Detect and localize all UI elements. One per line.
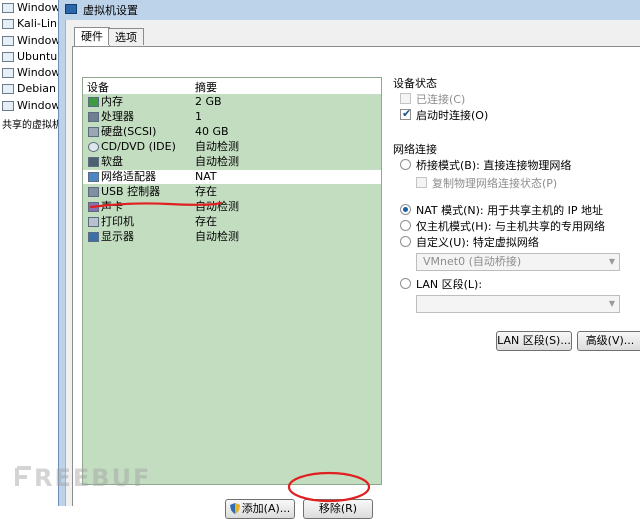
nat-radio[interactable] (400, 204, 411, 215)
tab-options[interactable]: 选项 (108, 28, 144, 45)
library-item[interactable]: Ubuntu (2, 49, 57, 65)
device-row-floppy[interactable]: 软盘 自动检测 (83, 155, 381, 169)
device-row-cd-dvd[interactable]: CD/DVD (IDE) 自动检测 (83, 140, 381, 154)
column-header-summary[interactable]: 摘要 (195, 79, 217, 95)
floppy-icon (88, 157, 99, 167)
device-row-memory[interactable]: 内存 2 GB (83, 95, 381, 109)
vm-icon (2, 68, 14, 78)
radio-selected-dot (403, 207, 408, 212)
vm-icon (2, 84, 14, 94)
connect-at-power-on-checkbox[interactable]: ✔ (400, 107, 412, 120)
column-header-device[interactable]: 设备 (87, 79, 109, 95)
device-row-printer[interactable]: 打印机 存在 (83, 215, 381, 229)
chevron-down-icon: ▼ (608, 257, 615, 266)
network-connection-title: 网络连接 (393, 143, 437, 156)
memory-icon (88, 97, 99, 107)
add-device-button[interactable]: 添加(A)... (225, 499, 295, 519)
device-row-hard-disk[interactable]: 硬盘(SCSI) 40 GB (83, 125, 381, 139)
shared-vms-label[interactable]: 共享的虚拟机 (2, 116, 62, 131)
device-list[interactable]: 设备 摘要 内存 2 GB 处理器 1 硬盘(SCSI) 40 GB CD/DV… (82, 77, 382, 485)
custom-radio[interactable] (400, 236, 411, 247)
check-mark-icon: ✔ (402, 107, 412, 120)
device-row-processor[interactable]: 处理器 1 (83, 110, 381, 124)
lan-segment-radio[interactable] (400, 278, 411, 289)
replicate-state-label: 复制物理网络连接状态(P) (432, 177, 558, 190)
vm-library-sidebar: Window Kali-Linu Window Ubuntu Window De… (0, 0, 64, 506)
custom-network-select[interactable]: VMnet0 (自动桥接) ▼ (416, 253, 620, 271)
library-item[interactable]: Debian (2, 81, 56, 97)
freebuf-logo-icon (15, 466, 31, 486)
device-status-title: 设备状态 (393, 77, 437, 90)
chevron-down-icon: ▼ (608, 299, 615, 308)
remove-device-button[interactable]: 移除(R) (303, 499, 373, 519)
uac-shield-icon (229, 503, 240, 514)
advanced-button[interactable]: 高级(V)... (577, 331, 640, 351)
vm-icon (2, 19, 14, 29)
lan-segment-label: LAN 区段(L): (416, 278, 483, 291)
vm-icon (2, 36, 14, 46)
bridged-label: 桥接模式(B): 直接连接物理网络 (416, 159, 572, 172)
bridged-radio[interactable] (400, 159, 411, 170)
device-row-display[interactable]: 显示器 自动检测 (83, 230, 381, 244)
connected-label: 已连接(C) (416, 93, 466, 106)
printer-icon (88, 217, 99, 227)
vm-icon (2, 3, 14, 13)
vmware-app-icon (65, 4, 77, 14)
device-row-network-adapter[interactable]: 网络适配器 NAT (83, 170, 381, 184)
library-item[interactable]: Window (2, 0, 60, 16)
lan-segment-select[interactable]: ▼ (416, 295, 620, 313)
library-item[interactable]: Kali-Linu (2, 16, 64, 32)
nat-label: NAT 模式(N): 用于共享主机的 IP 地址 (416, 204, 603, 217)
vm-settings-dialog: 虚拟机设置 硬件 选项 设备 摘要 内存 2 GB 处理器 1 硬盘(SCSI)… (58, 0, 640, 519)
connected-checkbox[interactable] (400, 93, 411, 104)
network-adapter-icon (88, 172, 99, 182)
library-item[interactable]: Window (2, 33, 60, 49)
vm-icon (2, 52, 14, 62)
hardware-tab-panel: 设备 摘要 内存 2 GB 处理器 1 硬盘(SCSI) 40 GB CD/DV… (72, 46, 640, 519)
freebuf-watermark: REEBUF (14, 464, 151, 492)
device-row-usb[interactable]: USB 控制器 存在 (83, 185, 381, 199)
library-item[interactable]: Window (2, 98, 60, 114)
tab-hardware[interactable]: 硬件 (74, 27, 110, 46)
vm-icon (2, 101, 14, 111)
lan-segments-button[interactable]: LAN 区段(S)... (496, 331, 572, 351)
display-icon (88, 232, 99, 242)
custom-label: 自定义(U): 特定虚拟网络 (416, 236, 539, 249)
usb-icon (88, 187, 99, 197)
replicate-state-checkbox[interactable] (416, 177, 427, 188)
device-list-header: 设备 摘要 (83, 78, 381, 94)
dialog-title: 虚拟机设置 (83, 4, 138, 17)
hard-disk-icon (88, 127, 99, 137)
dialog-client-area: 硬件 选项 设备 摘要 内存 2 GB 处理器 1 硬盘(SCSI) 40 GB… (65, 20, 640, 519)
host-only-radio[interactable] (400, 220, 411, 231)
red-annotation-underline (89, 201, 223, 209)
connect-at-power-on-label: 启动时连接(O) (416, 109, 489, 122)
cd-dvd-icon (88, 142, 99, 152)
library-item[interactable]: Window (2, 65, 60, 81)
host-only-label: 仅主机模式(H): 与主机共享的专用网络 (416, 220, 606, 233)
processor-icon (88, 112, 99, 122)
